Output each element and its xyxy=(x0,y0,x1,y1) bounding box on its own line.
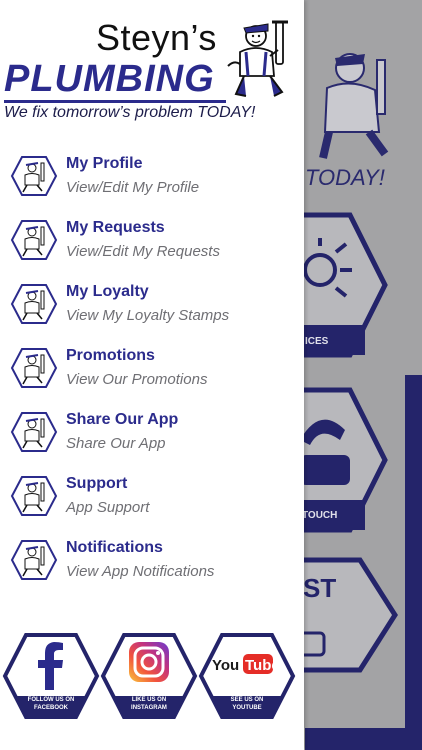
social-label-line1: FOLLOW US ON xyxy=(27,697,75,703)
background-mascot xyxy=(319,53,389,159)
menu-item-subtitle: View App Notifications xyxy=(66,563,215,580)
menu-item-title: Support xyxy=(66,475,128,492)
youtube-logo-tube: Tube xyxy=(245,657,280,674)
facebook-button[interactable]: FOLLOW US ON FACEBOOK xyxy=(2,632,100,720)
drawer-header: Steyn’s PLUMBING We fix tomorrow’s probl… xyxy=(0,0,304,132)
social-label-line2: FACEBOOK xyxy=(33,705,68,711)
mascot-hex-icon xyxy=(10,476,58,516)
mascot-hex-icon xyxy=(10,540,58,580)
menu-item-title: My Profile xyxy=(66,155,143,172)
menu-item-title: Notifications xyxy=(66,539,163,556)
plumber-mascot-logo xyxy=(227,20,288,97)
menu-item-my-requests[interactable]: My Requests View/Edit My Requests xyxy=(0,209,304,273)
brand-plumbing: PLUMBING xyxy=(4,58,215,100)
social-label-line1: SEE US ON xyxy=(230,697,264,703)
social-label-line2: YOUTUBE xyxy=(232,705,262,711)
background-hex-label: ST xyxy=(303,573,337,603)
background-hex-label: TOUCH xyxy=(302,510,338,521)
background-bottom-bar xyxy=(305,728,422,750)
menu-item-title: My Requests xyxy=(66,219,165,236)
menu-item-subtitle: View My Loyalty Stamps xyxy=(66,307,230,324)
social-label: SEE US ON YOUTUBE xyxy=(198,696,296,712)
mascot-hex-icon xyxy=(10,348,58,388)
menu-item-my-profile[interactable]: My Profile View/Edit My Profile xyxy=(0,145,304,209)
youtube-button[interactable]: You Tube SEE US ON YOUTUBE xyxy=(198,632,296,720)
youtube-logo-you: You xyxy=(212,657,239,674)
instagram-button[interactable]: LIKE US ON INSTAGRAM xyxy=(100,632,198,720)
social-label-line1: LIKE US ON xyxy=(131,697,167,703)
drawer-menu: My Profile View/Edit My Profile My Reque… xyxy=(0,145,304,593)
menu-item-title: Promotions xyxy=(66,347,155,364)
menu-item-subtitle: View/Edit My Requests xyxy=(66,243,220,260)
brand-underline xyxy=(4,100,226,103)
background-hex-label: ICES xyxy=(305,336,329,347)
menu-item-share-our-app[interactable]: Share Our App Share Our App xyxy=(0,401,304,465)
brand-name: Steyn’s xyxy=(96,17,217,58)
background-tagline: TODAY! xyxy=(305,165,385,190)
menu-item-notifications[interactable]: Notifications View App Notifications xyxy=(0,529,304,593)
mascot-hex-icon xyxy=(10,284,58,324)
navigation-drawer: Steyn’s PLUMBING We fix tomorrow’s probl… xyxy=(0,0,304,750)
menu-item-subtitle: View/Edit My Profile xyxy=(66,179,200,196)
brand-tagline: We fix tomorrow’s problem TODAY! xyxy=(4,104,256,121)
social-label: LIKE US ON INSTAGRAM xyxy=(100,696,198,712)
social-links: FOLLOW US ON FACEBOOK LIKE US ON INSTAGR… xyxy=(0,632,304,728)
background-side-bar xyxy=(405,375,422,735)
menu-item-subtitle: Share Our App xyxy=(66,435,166,452)
mascot-hex-icon xyxy=(10,156,58,196)
menu-item-my-loyalty[interactable]: My Loyalty View My Loyalty Stamps xyxy=(0,273,304,337)
menu-item-support[interactable]: Support App Support xyxy=(0,465,304,529)
menu-item-subtitle: App Support xyxy=(66,499,150,516)
social-label-line2: INSTAGRAM xyxy=(131,705,167,711)
mascot-hex-icon xyxy=(10,220,58,260)
menu-item-promotions[interactable]: Promotions View Our Promotions xyxy=(0,337,304,401)
app-screen: TODAY! ICES TOUCH ST Steyn’s PLUMBING We… xyxy=(0,0,422,750)
social-label: FOLLOW US ON FACEBOOK xyxy=(2,696,100,712)
menu-item-title: Share Our App xyxy=(66,411,179,428)
menu-item-subtitle: View Our Promotions xyxy=(66,371,208,388)
mascot-hex-icon xyxy=(10,412,58,452)
menu-item-title: My Loyalty xyxy=(66,283,149,300)
